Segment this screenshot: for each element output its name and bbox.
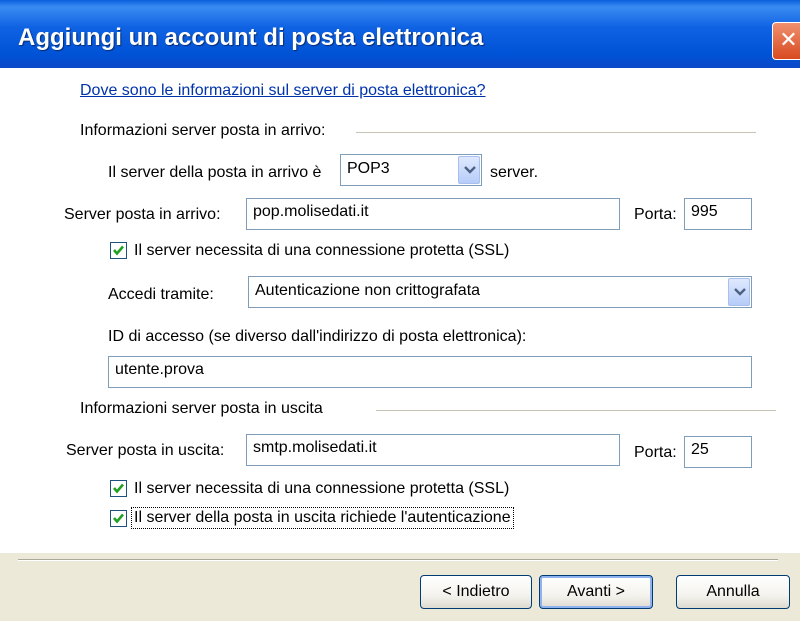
incoming-server-type-value: POP3 [347, 160, 390, 177]
logon-method-label: Accedi tramite: [108, 286, 214, 303]
logon-id-input[interactable]: utente.prova [108, 356, 752, 388]
outgoing-section-title: Informazioni server posta in uscita [80, 400, 323, 417]
incoming-server-type-suffix: server. [490, 164, 539, 181]
cancel-button[interactable]: Annulla [676, 575, 790, 609]
incoming-section-title: Informazioni server posta in arrivo: [80, 122, 326, 139]
logon-id-label: ID di accesso (se diverso dall'indirizzo… [108, 328, 527, 345]
outgoing-ssl-checkbox[interactable] [110, 480, 127, 497]
checkmark-icon [113, 513, 124, 524]
incoming-server-input[interactable]: pop.molisedati.it [246, 198, 620, 230]
checkmark-icon [113, 245, 124, 256]
add-email-account-dialog: Aggiungi un account di posta elettronica… [0, 0, 800, 621]
outgoing-server-input[interactable]: smtp.molisedati.it [246, 434, 620, 466]
logon-method-select[interactable]: Autenticazione non crittografata [248, 276, 752, 308]
outgoing-server-label: Server posta in uscita: [66, 442, 225, 459]
incoming-ssl-label: Il server necessita di una connessione p… [134, 242, 510, 259]
outgoing-ssl-label: Il server necessita di una connessione p… [134, 480, 510, 497]
title-bar[interactable]: Aggiungi un account di posta elettronica… [0, 0, 800, 68]
server-info-help-link[interactable]: Dove sono le informazioni sul server di … [80, 82, 486, 100]
incoming-section-divider [356, 132, 756, 133]
incoming-server-type-label: Il server della posta in arrivo è [108, 164, 322, 181]
incoming-port-input[interactable]: 995 [684, 198, 752, 230]
outgoing-port-input[interactable]: 25 [684, 436, 752, 468]
incoming-ssl-checkbox[interactable] [110, 242, 127, 259]
content-panel: Dove sono le informazioni sul server di … [0, 68, 800, 553]
incoming-server-label: Server posta in arrivo: [64, 206, 221, 223]
footer-divider [18, 559, 778, 561]
close-icon: ✕ [779, 27, 798, 52]
checkmark-icon [113, 483, 124, 494]
close-button[interactable]: ✕ [772, 22, 800, 60]
back-button[interactable]: < Indietro [420, 575, 532, 609]
outgoing-port-label: Porta: [634, 444, 677, 461]
outgoing-auth-checkbox[interactable] [110, 510, 127, 527]
logon-method-value: Autenticazione non crittografata [255, 282, 481, 299]
window-title: Aggiungi un account di posta elettronica [18, 24, 484, 51]
next-button[interactable]: Avanti > [539, 575, 653, 609]
incoming-port-label: Porta: [634, 206, 677, 223]
outgoing-section-divider [376, 410, 776, 411]
chevron-down-icon [458, 156, 480, 184]
incoming-server-type-select[interactable]: POP3 [340, 154, 482, 186]
chevron-down-icon [728, 278, 750, 306]
outgoing-auth-label: Il server della posta in uscita richiede… [131, 507, 514, 529]
